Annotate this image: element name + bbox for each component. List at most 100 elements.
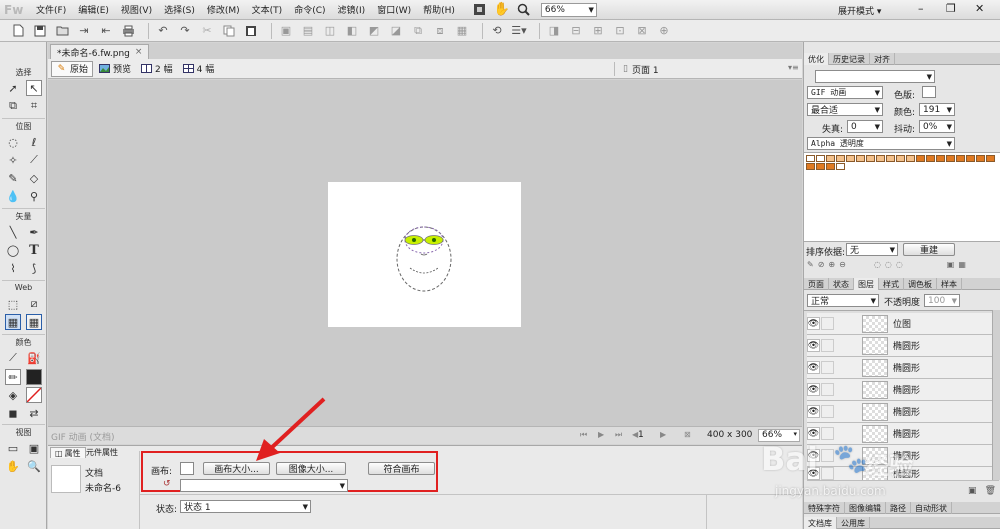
blur-tool-icon[interactable]: 💧: [5, 188, 21, 204]
colors-count-dropdown[interactable]: 191 ▼: [919, 103, 955, 116]
lock-color-icon[interactable]: ◌: [896, 260, 903, 272]
matte-swatch[interactable]: [922, 86, 936, 98]
flip-h-icon[interactable]: ◨: [546, 23, 562, 39]
view-2up-button[interactable]: 2 幅: [137, 61, 177, 77]
view-4up-button[interactable]: 4 幅: [179, 61, 219, 77]
group-icon[interactable]: ▣: [278, 23, 294, 39]
eye-icon[interactable]: 👁: [807, 339, 820, 352]
color-swatch[interactable]: [946, 155, 955, 162]
last-frame-icon[interactable]: ⏭: [615, 430, 622, 440]
format-dropdown[interactable]: GIF 动画 ▼: [807, 86, 883, 99]
color-swatch[interactable]: [976, 155, 985, 162]
tab-pages[interactable]: 页面: [804, 278, 829, 290]
new-layer-icon[interactable]: ▣: [968, 486, 977, 498]
hide-slices-icon[interactable]: ▦: [5, 314, 21, 330]
full-mode-icon[interactable]: ▣: [26, 440, 42, 456]
save-icon[interactable]: [32, 23, 48, 39]
color-swatch[interactable]: [966, 155, 975, 162]
line-tool-icon[interactable]: ╲: [5, 224, 21, 240]
ungroup-icon[interactable]: ▤: [300, 23, 316, 39]
eye-icon[interactable]: 👁: [807, 405, 820, 418]
state-dropdown[interactable]: 状态 1 ▼: [180, 500, 311, 513]
palette-dropdown[interactable]: 最合适 ▼: [807, 103, 883, 116]
bridge-icon[interactable]: [473, 3, 487, 17]
color-swatch[interactable]: [816, 163, 825, 170]
opacity-field[interactable]: 100 ▼: [924, 294, 960, 307]
magic-wand-icon[interactable]: ✧: [5, 152, 21, 168]
knife-tool-icon[interactable]: ⟆: [26, 260, 42, 276]
tab-samples[interactable]: 样本: [937, 278, 962, 290]
layer-row[interactable]: 👁 椭圆形: [807, 401, 999, 423]
show-slices-icon[interactable]: ▦: [26, 314, 42, 330]
tab-symbol-properties[interactable]: 元件属性: [82, 447, 122, 458]
tab-auto-shapes[interactable]: 自动形状: [911, 502, 952, 514]
lock-icon[interactable]: [821, 427, 834, 440]
blend-mode-dropdown[interactable]: 正常 ▼: [807, 294, 879, 307]
menu-text[interactable]: 文本(T): [246, 3, 289, 16]
stroke-swatch[interactable]: [26, 369, 42, 385]
loop-icon[interactable]: ⊠: [684, 430, 691, 439]
delete-color-icon[interactable]: ▦: [958, 260, 966, 272]
canvas-color-swatch[interactable]: [180, 462, 194, 475]
new-file-icon[interactable]: [10, 23, 26, 39]
rebuild-button[interactable]: 重建: [903, 243, 955, 256]
undo-icon[interactable]: ↶: [155, 23, 171, 39]
menu-commands[interactable]: 命令(C): [288, 3, 331, 16]
color-swatch[interactable]: [856, 155, 865, 162]
hotspot-tool-icon[interactable]: ⬚: [5, 296, 21, 312]
lock-icon[interactable]: [821, 383, 834, 396]
workspace-switcher[interactable]: 展开模式 ▾: [838, 4, 881, 17]
standard-mode-icon[interactable]: ▭: [5, 440, 21, 456]
layer-row[interactable]: 👁 椭圆形: [807, 357, 999, 379]
color-swatch[interactable]: [926, 155, 935, 162]
size-icon[interactable]: ⊠: [634, 23, 650, 39]
document-canvas[interactable]: [328, 182, 521, 327]
color-swatch[interactable]: [826, 163, 835, 170]
add-transparent-icon[interactable]: ⊕: [828, 260, 835, 272]
menu-help[interactable]: 帮助(H): [417, 3, 461, 16]
freeform-tool-icon[interactable]: ⌇: [5, 260, 21, 276]
lock-icon[interactable]: [821, 405, 834, 418]
print-icon[interactable]: [120, 23, 136, 39]
lasso-tool-icon[interactable]: ℓ: [26, 134, 42, 150]
color-swatch[interactable]: [936, 155, 945, 162]
eye-icon[interactable]: 👁: [807, 449, 820, 462]
menu-modify[interactable]: 修改(M): [201, 3, 246, 16]
rotate-icon[interactable]: ⟲: [489, 23, 505, 39]
tab-common-library[interactable]: 公用库: [837, 517, 870, 529]
eraser-tool-icon[interactable]: ◇: [26, 170, 42, 186]
face-drawing[interactable]: [328, 182, 521, 327]
ellipse-tool-icon[interactable]: ◯: [5, 242, 21, 258]
lock-icon[interactable]: [821, 449, 834, 462]
zoom-select[interactable]: 66% ▼: [540, 2, 597, 17]
eye-icon[interactable]: 👁: [807, 383, 820, 396]
close-tab-icon[interactable]: ×: [135, 47, 143, 57]
brush-tool-icon[interactable]: ⟋: [26, 152, 42, 168]
remove-transparent-icon[interactable]: ⊖: [839, 260, 846, 272]
center-icon[interactable]: ⊕: [656, 23, 672, 39]
fill-color-icon[interactable]: ◈: [5, 387, 21, 403]
delete-layer-icon[interactable]: 🗑: [985, 486, 996, 498]
fit-canvas-button[interactable]: 符合画布: [368, 462, 435, 475]
text-tool-icon[interactable]: T: [26, 242, 42, 258]
layers-scrollbar[interactable]: [992, 310, 1000, 480]
menu-window[interactable]: 窗口(W): [371, 3, 417, 16]
color-swatch[interactable]: [906, 155, 915, 162]
color-swatch[interactable]: [896, 155, 905, 162]
paste-icon[interactable]: [243, 23, 259, 39]
slice-tool-icon[interactable]: ⧄: [26, 296, 42, 312]
panel-options-icon[interactable]: ▾≡: [788, 63, 799, 72]
transparency-dropdown[interactable]: Alpha 透明度 ▼: [807, 137, 955, 150]
stack-icon[interactable]: ▦: [454, 23, 470, 39]
play-icon[interactable]: ▶: [598, 430, 604, 439]
select-transparent-icon[interactable]: ◌: [874, 260, 881, 272]
stamp-tool-icon[interactable]: ⚲: [26, 188, 42, 204]
align-icon[interactable]: ☰▾: [511, 23, 527, 39]
layer-row[interactable]: 👁 位图: [807, 313, 999, 335]
next-frame-icon[interactable]: ▶: [660, 430, 666, 439]
page-selector[interactable]: ▯ 页面 1: [614, 62, 659, 76]
tab-document-library[interactable]: 文档库: [804, 517, 837, 529]
first-frame-icon[interactable]: ⏮: [580, 430, 587, 440]
tab-layers[interactable]: 图层: [854, 278, 879, 290]
copy-icon[interactable]: [221, 23, 237, 39]
